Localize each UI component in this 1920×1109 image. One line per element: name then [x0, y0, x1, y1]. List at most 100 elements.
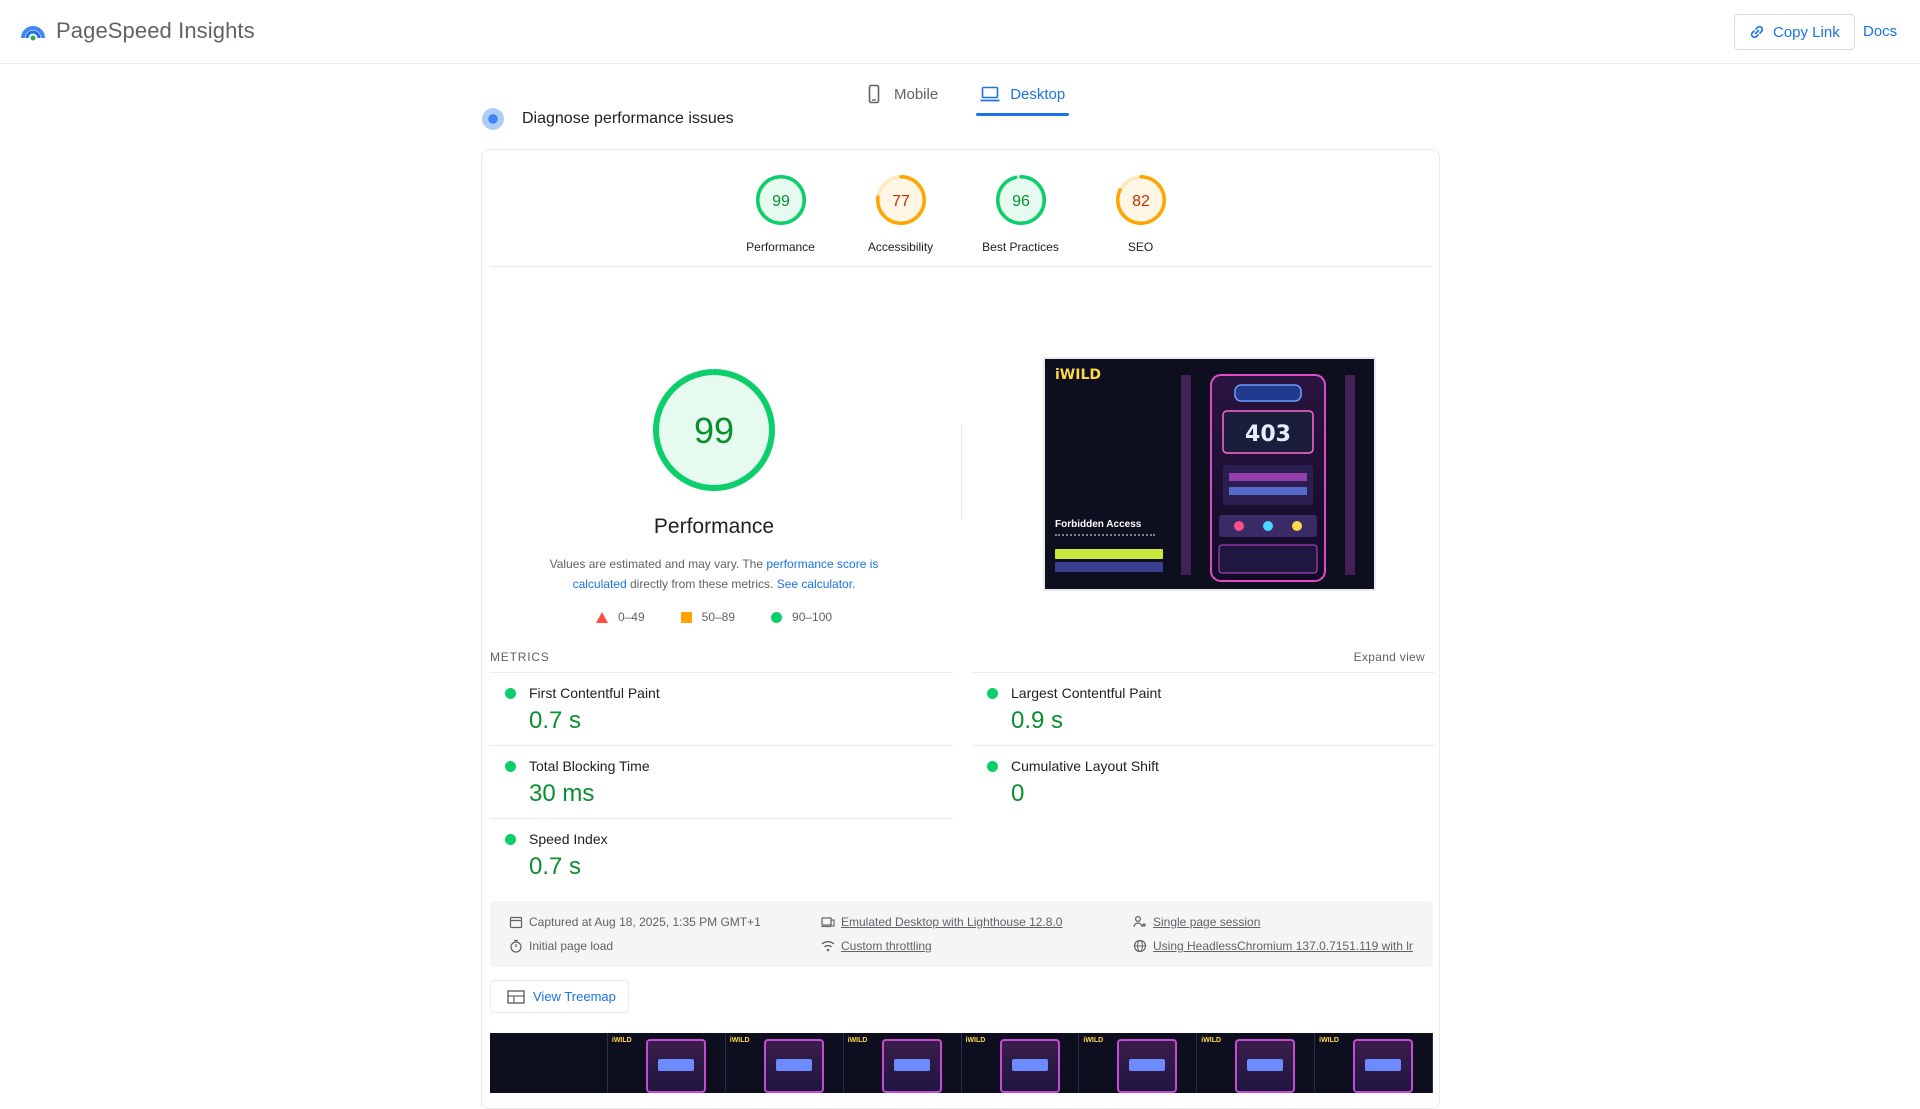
run-session-text: Single page session: [1153, 915, 1261, 929]
app-name: PageSpeed Insights: [56, 18, 255, 43]
calendar-icon: [509, 916, 523, 929]
performance-score-gauge: 99: [653, 369, 775, 491]
run-throttling[interactable]: Custom throttling: [821, 939, 932, 953]
expand-view-toggle[interactable]: Expand view: [1354, 650, 1425, 664]
pagespeed-logo-icon: [21, 26, 45, 41]
gauge-ring: 82: [1115, 175, 1166, 225]
wifi-icon: [821, 941, 835, 952]
legend-average: 50–89: [680, 610, 736, 624]
gauge-label: Best Practices: [982, 240, 1059, 254]
pass-circle-icon: [505, 761, 516, 772]
metric-value: 0.9 s: [1011, 707, 1064, 734]
tab-desktop-label: Desktop: [1010, 85, 1066, 103]
run-throttling-text: Custom throttling: [841, 939, 932, 953]
metrics-column-left: First Contentful Paint 0.7 s Total Block…: [490, 672, 953, 891]
gauge-accessibility[interactable]: 77 Accessibility: [858, 174, 944, 254]
diagnose-section-heading: Diagnose performance issues: [482, 108, 734, 130]
performance-title: Performance: [653, 515, 775, 538]
metric-speed-index: Speed Index 0.7 s: [490, 818, 953, 891]
globe-icon: [1133, 939, 1147, 953]
final-screenshot[interactable]: iWILD 403 Forbidden Access: [1043, 357, 1376, 591]
view-treemap-button[interactable]: View Treemap: [490, 980, 629, 1013]
run-info-panel: Captured at Aug 18, 2025, 1:35 PM GMT+1 …: [490, 901, 1433, 967]
metric-largest-contentful-paint: Largest Contentful Paint 0.9 s: [972, 672, 1435, 745]
link-icon: [1750, 25, 1764, 39]
gauges-divider: [490, 266, 1431, 267]
note-text: Values are estimated and may vary. The: [549, 557, 767, 571]
gauge-ring: 99: [755, 175, 806, 225]
pass-circle-icon: [505, 834, 516, 845]
see-calculator-link[interactable]: See calculator.: [777, 577, 856, 591]
legend-fail: 0–49: [595, 610, 645, 624]
gauge-score: 99: [694, 410, 734, 451]
tab-mobile-label: Mobile: [894, 85, 939, 103]
filmstrip-frame: [490, 1033, 608, 1093]
metrics-header: METRICS Expand view: [490, 650, 1433, 664]
screenshot-button: [1055, 549, 1163, 559]
run-captured: Captured at Aug 18, 2025, 1:35 PM GMT+1: [509, 915, 761, 929]
stopwatch-icon: [510, 939, 522, 953]
metric-total-blocking-time: Total Blocking Time 30 ms: [490, 745, 953, 818]
copy-link-button[interactable]: Copy Link: [1734, 14, 1855, 50]
run-browser[interactable]: Using HeadlessChromium 137.0.7151.119 wi…: [1133, 939, 1413, 953]
filmstrip-frame: iWILD: [1197, 1033, 1316, 1093]
gauge-label: Accessibility: [867, 240, 934, 254]
gauge-label: SEO: [1127, 240, 1154, 254]
category-gauges: 99 Performance 77 Accessibility 96 Best …: [482, 174, 1439, 254]
view-treemap-label: View Treemap: [533, 989, 616, 1004]
devices-icon: [821, 917, 835, 928]
gauge-score: 96: [1012, 193, 1030, 210]
metrics-column-right: Largest Contentful Paint 0.9 s Cumulativ…: [972, 672, 1435, 818]
slot-digits: 403: [1245, 422, 1291, 447]
square-icon: [680, 611, 692, 623]
filmstrip-frame: iWILD: [1079, 1033, 1198, 1093]
metric-cumulative-layout-shift: Cumulative Layout Shift 0: [972, 745, 1435, 818]
screenshot-subtext: [1055, 534, 1155, 544]
tab-mobile[interactable]: Mobile: [860, 76, 942, 112]
legend-range: 50–89: [701, 610, 736, 624]
metric-value: 0.7 s: [529, 707, 582, 734]
metric-name: First Contentful Paint: [529, 685, 660, 701]
copy-link-label: Copy Link: [1773, 23, 1840, 41]
gauge-ring: 77: [875, 175, 926, 225]
tab-desktop[interactable]: Desktop: [976, 76, 1070, 116]
device-tabs: Mobile Desktop: [860, 76, 1070, 116]
metric-first-contentful-paint: First Contentful Paint 0.7 s: [490, 672, 953, 745]
score-legend: 0–49 50–89 90–100: [482, 610, 946, 624]
slot-machine-image: 403: [1173, 369, 1363, 583]
run-browser-text: Using HeadlessChromium 137.0.7151.119 wi…: [1153, 939, 1413, 953]
metric-value: 0.7 s: [529, 853, 582, 880]
gauge-seo[interactable]: 82 SEO: [1098, 174, 1184, 254]
gauge-score: 99: [772, 193, 790, 210]
run-session[interactable]: Single page session: [1133, 915, 1260, 929]
screenshot-logo: iWILD: [1055, 367, 1101, 383]
gauge-score: 82: [1132, 193, 1150, 210]
vertical-divider: [961, 425, 962, 519]
note-text: directly from these metrics.: [626, 577, 777, 591]
screenshot-heading: Forbidden Access: [1055, 519, 1142, 530]
lab-data-icon: [482, 108, 504, 130]
metric-value: 0: [1011, 780, 1025, 807]
filmstrip-frame: iWILD: [607, 1033, 726, 1093]
screenshot-secondary-button: [1055, 562, 1163, 572]
filmstrip-frame: iWILD: [1315, 1033, 1433, 1093]
run-emulated[interactable]: Emulated Desktop with Lighthouse 12.8.0: [821, 915, 1062, 929]
person-icon: [1133, 915, 1146, 928]
legend-range: 0–49: [617, 610, 645, 624]
gauge-score: 77: [892, 193, 910, 210]
diagnose-title: Diagnose performance issues: [522, 110, 734, 127]
filmstrip-frame: iWILD: [843, 1033, 962, 1093]
filmstrip-frame: iWILD: [961, 1033, 1080, 1093]
gauge-performance[interactable]: 99 Performance: [738, 174, 824, 254]
run-initial-load: Initial page load: [509, 939, 613, 953]
docs-link[interactable]: Docs: [1863, 23, 1897, 40]
gauge-best-practices[interactable]: 96 Best Practices: [978, 174, 1064, 254]
circle-icon: [771, 611, 783, 623]
metric-value: 30 ms: [529, 780, 595, 807]
laptop-icon: [980, 86, 1000, 102]
brand[interactable]: PageSpeed Insights: [20, 18, 255, 44]
run-initial-load-text: Initial page load: [529, 939, 614, 953]
gauge-label: Performance: [746, 240, 815, 254]
metric-name: Largest Contentful Paint: [1011, 685, 1162, 701]
metric-name: Speed Index: [529, 831, 608, 847]
